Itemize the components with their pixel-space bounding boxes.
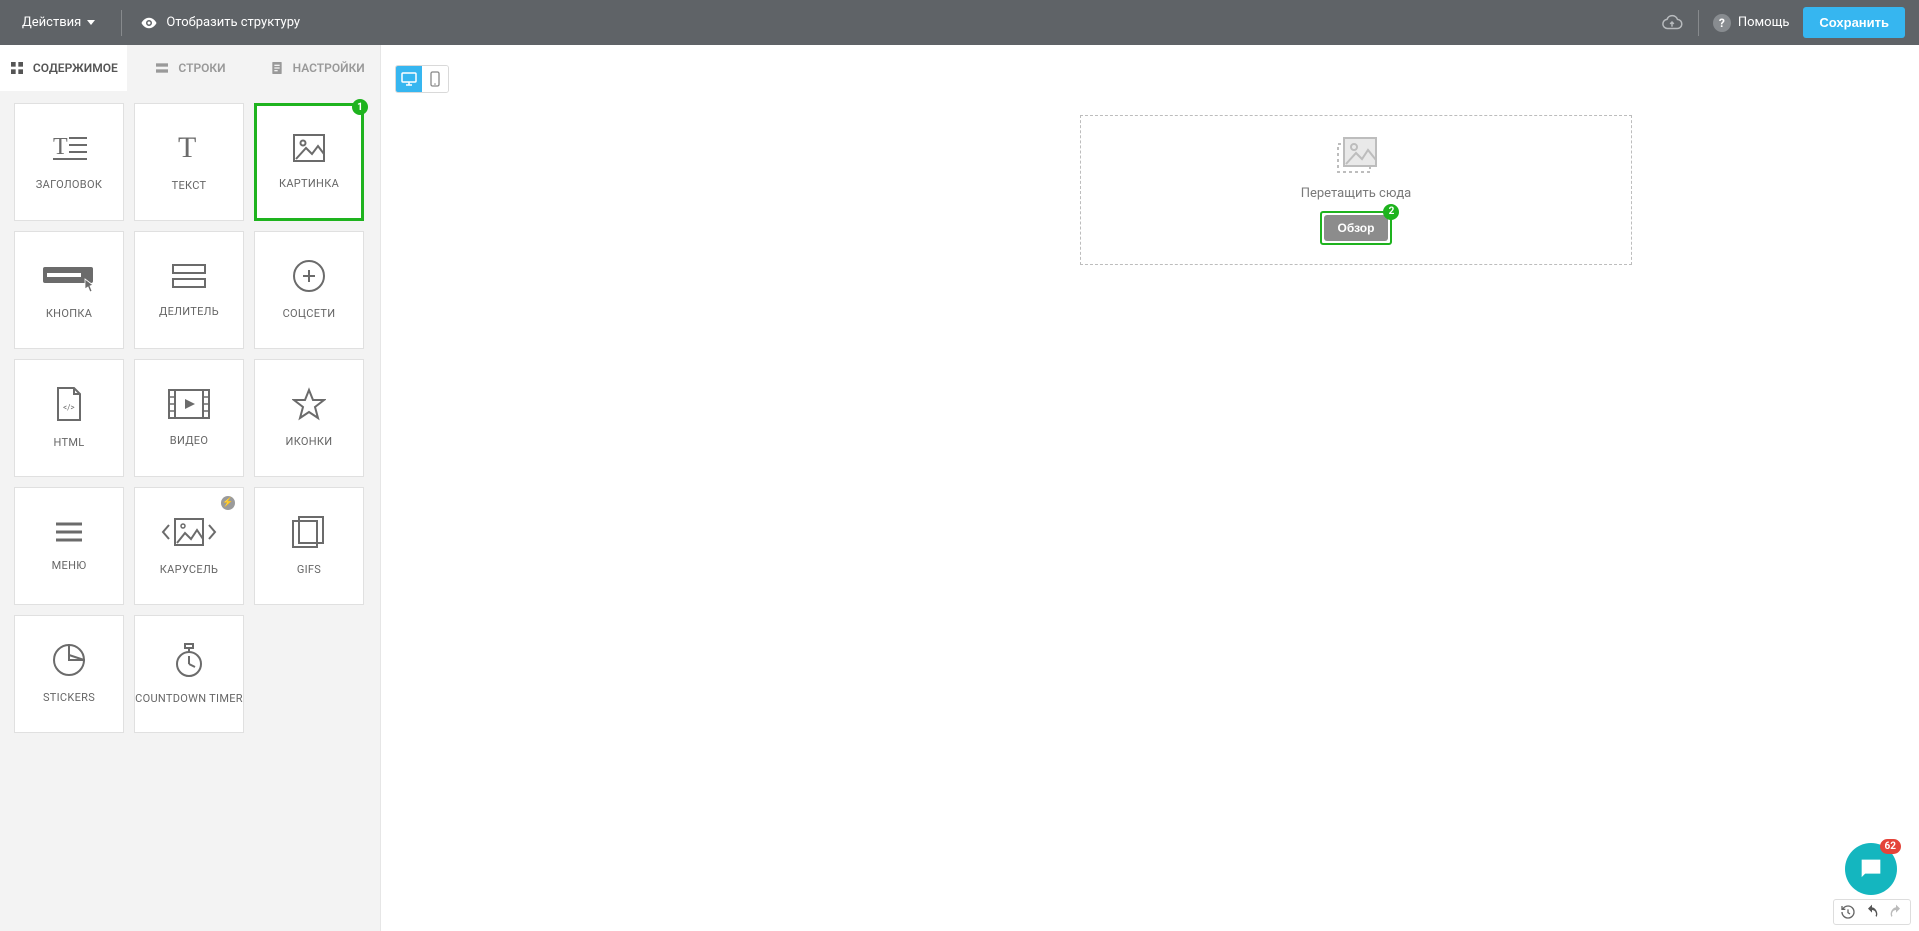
canvas: Перетащить сюда 2 Обзор 62 — [381, 45, 1919, 931]
chat-count-badge: 62 — [1880, 839, 1901, 854]
tab-rows[interactable]: СТРОКИ — [127, 45, 254, 91]
redo-button[interactable] — [1886, 902, 1906, 922]
main: СОДЕРЖИМОЕ СТРОКИ НАСТРОЙКИ T ЗАГОЛОВОК … — [0, 45, 1919, 931]
tile-html[interactable]: </> HTML — [14, 359, 124, 477]
help-button[interactable]: ? Помощь — [1713, 14, 1790, 32]
tab-rows-label: СТРОКИ — [178, 61, 225, 75]
tile-video[interactable]: ВИДЕО — [134, 359, 244, 477]
tile-text[interactable]: T ТЕКСТ — [134, 103, 244, 221]
chevron-down-icon — [87, 20, 95, 25]
tile-label: КНОПКА — [46, 307, 92, 320]
text-icon: T — [172, 131, 206, 165]
tile-button[interactable]: КНОПКА — [14, 231, 124, 349]
svg-text:T: T — [178, 131, 196, 164]
button-icon — [41, 259, 97, 293]
cloud-upload-icon[interactable] — [1660, 12, 1684, 34]
tile-gifs[interactable]: GIFS — [254, 487, 364, 605]
tab-settings[interactable]: НАСТРОЙКИ — [253, 45, 380, 91]
image-icon — [292, 133, 326, 163]
tile-countdown-timer[interactable]: COUNTDOWN TIMER — [134, 615, 244, 733]
tile-image[interactable]: 1 КАРТИНКА — [254, 103, 364, 221]
divider — [1698, 10, 1699, 36]
top-bar-left: Действия Отобразить структуру — [14, 9, 300, 36]
desktop-icon — [401, 72, 417, 86]
tab-content[interactable]: СОДЕРЖИМОЕ — [0, 45, 127, 91]
history-controls — [1833, 899, 1911, 925]
step-badge-2: 2 — [1383, 204, 1399, 220]
tile-icons[interactable]: ИКОНКИ — [254, 359, 364, 477]
image-placeholder-icon — [1334, 136, 1378, 176]
divider — [121, 10, 122, 36]
eye-icon — [140, 14, 158, 32]
tab-settings-label: НАСТРОЙКИ — [293, 61, 365, 75]
tile-label: ТЕКСТ — [172, 179, 207, 192]
tile-label: ДЕЛИТЕЛЬ — [159, 305, 219, 318]
rows-icon — [154, 60, 170, 76]
document-icon — [269, 60, 285, 76]
mobile-view-button[interactable] — [422, 66, 448, 92]
actions-dropdown[interactable]: Действия — [14, 9, 103, 36]
tile-divider[interactable]: ДЕЛИТЕЛЬ — [134, 231, 244, 349]
help-label: Помощь — [1738, 15, 1790, 30]
tile-label: КАРУСЕЛЬ — [160, 563, 218, 576]
help-icon: ? — [1713, 14, 1731, 32]
video-icon — [167, 388, 211, 420]
image-dropzone[interactable]: Перетащить сюда 2 Обзор — [1080, 115, 1632, 265]
timer-icon — [173, 642, 205, 678]
svg-text:T: T — [53, 134, 68, 160]
drop-text: Перетащить сюда — [1301, 186, 1412, 201]
history-icon — [1840, 904, 1856, 920]
tile-label: КАРТИНКА — [279, 177, 339, 190]
tile-carousel[interactable]: ⚡ КАРУСЕЛЬ — [134, 487, 244, 605]
undo-icon — [1864, 904, 1880, 920]
divider-icon — [169, 261, 209, 291]
svg-text:</>: </> — [63, 403, 75, 412]
device-toggle — [395, 65, 449, 93]
tile-stickers[interactable]: STICKERS — [14, 615, 124, 733]
actions-label: Действия — [22, 15, 81, 30]
sticker-icon — [52, 643, 86, 677]
redo-icon — [1888, 904, 1904, 920]
gifs-icon — [291, 515, 327, 549]
tile-label: STICKERS — [43, 691, 95, 704]
tab-content-label: СОДЕРЖИМОЕ — [33, 61, 118, 75]
grid-icon — [9, 60, 25, 76]
chat-icon — [1857, 855, 1885, 883]
tile-social[interactable]: СОЦСЕТИ — [254, 231, 364, 349]
tile-label: COUNTDOWN TIMER — [135, 692, 243, 705]
top-bar-right: ? Помощь Сохранить — [1660, 7, 1905, 38]
menu-icon — [53, 519, 85, 545]
social-icon — [292, 259, 326, 293]
mobile-icon — [430, 71, 440, 87]
sidebar: СОДЕРЖИМОЕ СТРОКИ НАСТРОЙКИ T ЗАГОЛОВОК … — [0, 45, 381, 931]
heading-icon: T — [49, 132, 89, 164]
star-icon — [292, 387, 326, 421]
tile-label: ВИДЕО — [170, 434, 208, 447]
save-button[interactable]: Сохранить — [1803, 7, 1905, 38]
content-tiles: T ЗАГОЛОВОК T ТЕКСТ 1 КАРТИНКА КНОПКА ДЕ… — [0, 91, 380, 745]
tile-label: GIFS — [297, 563, 321, 576]
tile-menu[interactable]: МЕНЮ — [14, 487, 124, 605]
history-button[interactable] — [1838, 902, 1858, 922]
carousel-icon — [161, 515, 217, 549]
tile-label: МЕНЮ — [52, 559, 87, 572]
browse-highlight: 2 Обзор — [1320, 211, 1393, 245]
show-structure-label: Отобразить структуру — [166, 15, 300, 30]
html-icon: </> — [54, 386, 84, 422]
tile-label: HTML — [54, 436, 85, 449]
undo-button[interactable] — [1862, 902, 1882, 922]
tile-label: СОЦСЕТИ — [283, 307, 336, 320]
step-badge-1: 1 — [352, 99, 368, 115]
desktop-view-button[interactable] — [396, 66, 422, 92]
show-structure-toggle[interactable]: Отобразить структуру — [140, 14, 300, 32]
tile-label: ЗАГОЛОВОК — [36, 178, 102, 191]
chat-fab[interactable]: 62 — [1845, 843, 1897, 895]
bolt-icon: ⚡ — [221, 496, 235, 510]
top-bar: Действия Отобразить структуру ? Помощь С… — [0, 0, 1919, 45]
browse-button[interactable]: Обзор — [1324, 215, 1389, 241]
sidebar-tabs: СОДЕРЖИМОЕ СТРОКИ НАСТРОЙКИ — [0, 45, 380, 91]
tile-heading[interactable]: T ЗАГОЛОВОК — [14, 103, 124, 221]
tile-label: ИКОНКИ — [286, 435, 333, 448]
